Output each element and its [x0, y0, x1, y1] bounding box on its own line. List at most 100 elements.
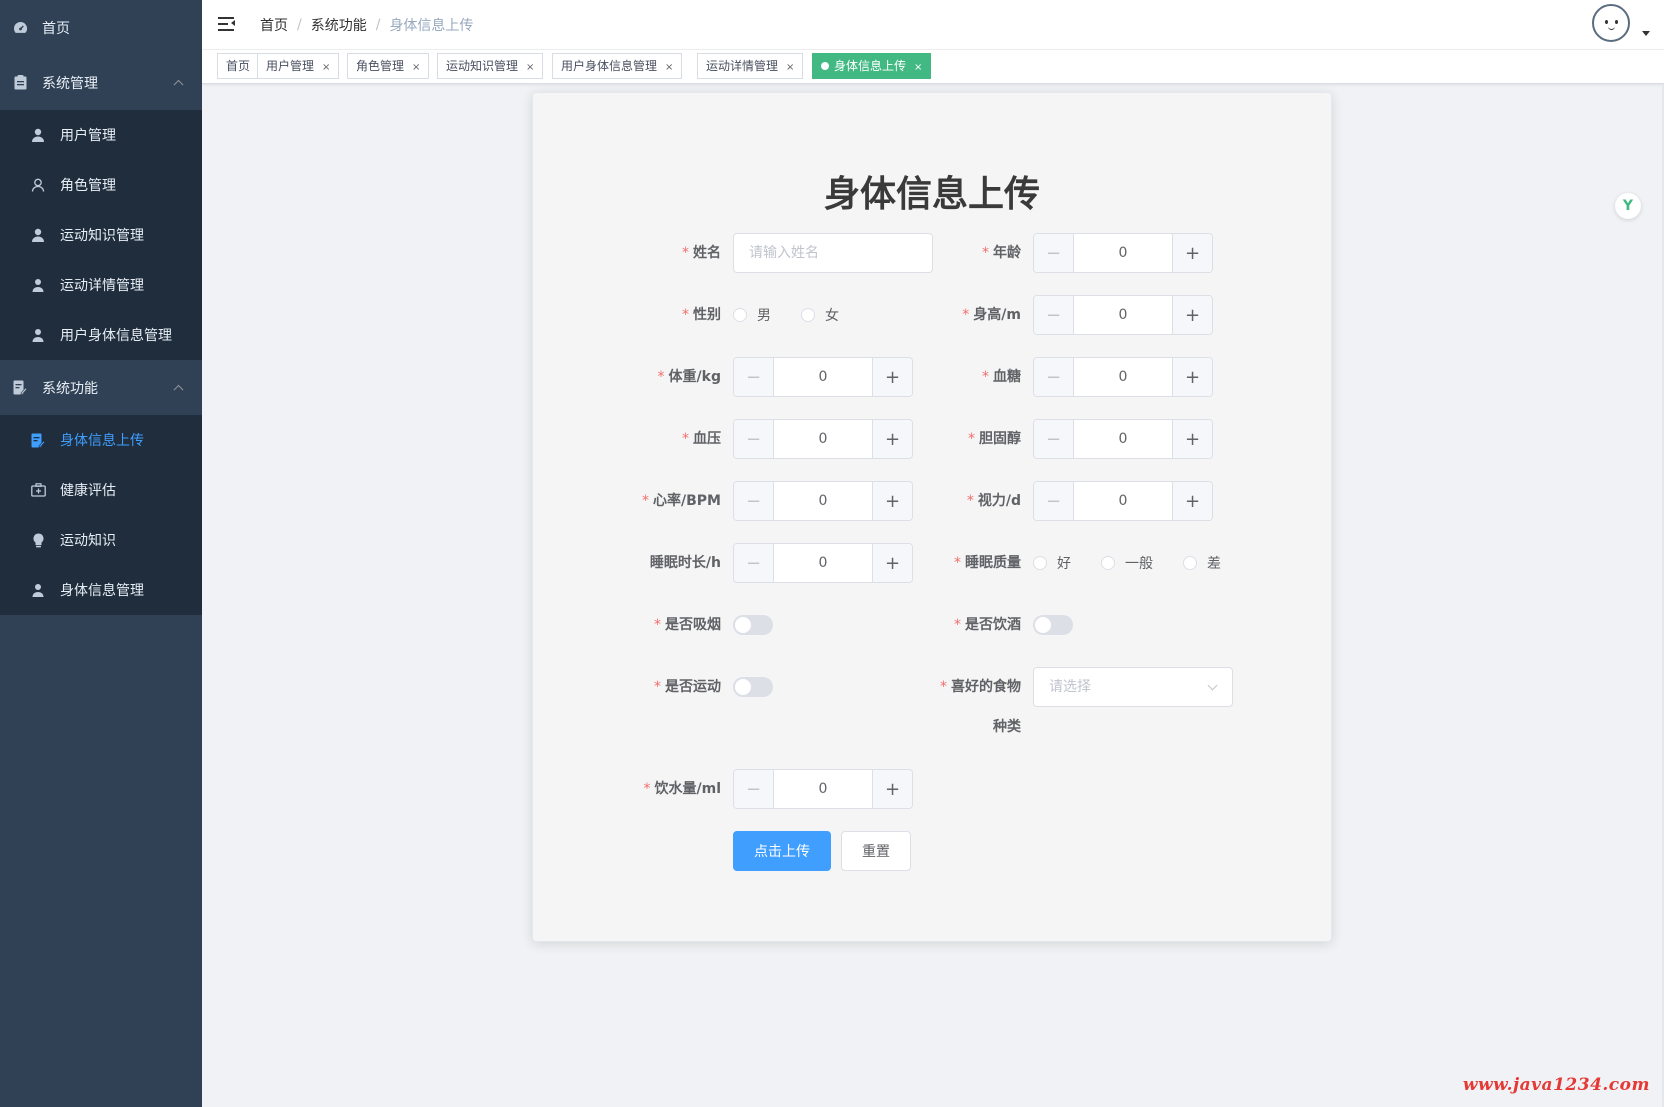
- sidebar-item-exercise-detail-management[interactable]: 运动详情管理: [0, 260, 202, 310]
- radio-circle[interactable]: [1033, 556, 1047, 570]
- tag-user-management[interactable]: 用户管理 ×: [257, 53, 340, 79]
- medical-box-icon: [30, 482, 46, 498]
- tag-exercise-knowledge-management[interactable]: 运动知识管理 ×: [437, 53, 544, 79]
- sidebar: 首页 系统管理 用户管理 角色管理 运动知识管理 运动详情管理 用户身体信息管理: [0, 0, 202, 1107]
- tag-label: 用户管理: [266, 59, 315, 73]
- lightbulb-icon: [30, 532, 46, 548]
- decrement-button[interactable]: −: [734, 358, 774, 396]
- sidebar-item-body-info-upload[interactable]: 身体信息上传: [0, 415, 202, 465]
- sidebar-item-home[interactable]: 首页: [0, 0, 202, 55]
- drinking-switch[interactable]: [1033, 615, 1073, 635]
- gender-radio-female[interactable]: 女: [801, 305, 839, 325]
- vision-value[interactable]: 0: [1074, 482, 1172, 520]
- decrement-button[interactable]: −: [734, 482, 774, 520]
- cholesterol-value[interactable]: 0: [1074, 420, 1172, 458]
- tag-home[interactable]: 首页: [217, 53, 260, 79]
- age-field: * 年龄 − 0 +: [982, 233, 1213, 273]
- submenu-system-functions[interactable]: 系统功能: [0, 360, 202, 415]
- close-icon[interactable]: ×: [914, 62, 922, 73]
- radio-circle[interactable]: [1101, 556, 1115, 570]
- gender-radio-male[interactable]: 男: [733, 305, 771, 325]
- increment-button[interactable]: +: [1172, 234, 1212, 272]
- submenu-system-management-list: 用户管理 角色管理 运动知识管理 运动详情管理 用户身体信息管理: [0, 110, 202, 360]
- increment-button[interactable]: +: [872, 770, 912, 808]
- gender-radio-group: 男 女: [733, 295, 869, 335]
- sleep-quality-radio-group: 好 一般 差: [1033, 543, 1251, 583]
- smoking-switch[interactable]: [733, 615, 773, 635]
- decrement-button[interactable]: −: [1034, 420, 1074, 458]
- decrement-button[interactable]: −: [734, 420, 774, 458]
- sidebar-item-exercise-knowledge-management[interactable]: 运动知识管理: [0, 210, 202, 260]
- sidebar-item-role-management[interactable]: 角色管理: [0, 160, 202, 210]
- sidebar-item-user-management[interactable]: 用户管理: [0, 110, 202, 160]
- tag-user-body-info-management[interactable]: 用户身体信息管理 ×: [552, 53, 683, 79]
- close-icon[interactable]: ×: [322, 62, 330, 73]
- blood-pressure-value[interactable]: 0: [774, 420, 872, 458]
- field-label: * 身高/m: [962, 307, 1021, 323]
- sleep-quality-field: * 睡眠质量 好 一般 差: [954, 543, 1251, 583]
- avatar[interactable]: [1592, 4, 1630, 42]
- field-label: * 性别: [682, 307, 721, 323]
- age-value[interactable]: 0: [1074, 234, 1172, 272]
- field-label: * 饮水量/ml: [643, 781, 722, 797]
- breadcrumb-system-functions: 系统功能: [310, 18, 367, 34]
- close-icon[interactable]: ×: [665, 62, 673, 73]
- floating-helper-icon[interactable]: Y: [1615, 193, 1641, 219]
- sidebar-item-user-body-info-management[interactable]: 用户身体信息管理: [0, 310, 202, 360]
- sidebar-item-exercise-knowledge[interactable]: 运动知识: [0, 515, 202, 565]
- tag-body-info-upload[interactable]: 身体信息上传 ×: [812, 53, 932, 79]
- decrement-button[interactable]: −: [1034, 358, 1074, 396]
- radio-circle[interactable]: [801, 308, 815, 322]
- sleep-hours-value[interactable]: 0: [774, 544, 872, 582]
- submenu-system-management[interactable]: 系统管理: [0, 55, 202, 110]
- breadcrumb-home[interactable]: 首页: [260, 15, 288, 35]
- cholesterol-stepper: − 0 +: [1033, 419, 1213, 459]
- increment-button[interactable]: +: [1172, 296, 1212, 334]
- decrement-button[interactable]: −: [1034, 296, 1074, 334]
- exercise-field: * 是否运动: [654, 667, 773, 707]
- exercise-switch[interactable]: [733, 677, 773, 697]
- clipboard-icon: [12, 75, 28, 91]
- favorite-food-select[interactable]: 请选择: [1033, 667, 1233, 707]
- drinking-field: * 是否饮酒: [954, 605, 1073, 645]
- blood-sugar-value[interactable]: 0: [1074, 358, 1172, 396]
- increment-button[interactable]: +: [1172, 482, 1212, 520]
- water-intake-value[interactable]: 0: [774, 770, 872, 808]
- tag-label: 运动详情管理: [706, 59, 779, 73]
- user-outline-icon: [30, 177, 46, 193]
- tag-role-management[interactable]: 角色管理 ×: [347, 53, 430, 79]
- tag-exercise-detail-management[interactable]: 运动详情管理 ×: [697, 53, 804, 79]
- radio-circle[interactable]: [733, 308, 747, 322]
- heart-rate-value[interactable]: 0: [774, 482, 872, 520]
- decrement-button[interactable]: −: [1034, 234, 1074, 272]
- user-icon: [30, 127, 46, 143]
- caret-down-icon[interactable]: [1642, 31, 1650, 36]
- document-edit-icon: [30, 432, 46, 448]
- sidebar-item-body-info-management[interactable]: 身体信息管理: [0, 565, 202, 615]
- close-icon[interactable]: ×: [786, 62, 794, 73]
- radio-circle[interactable]: [1183, 556, 1197, 570]
- decrement-button[interactable]: −: [734, 770, 774, 808]
- field-label: * 年龄: [982, 245, 1021, 261]
- breadcrumb-current: 身体信息上传: [389, 18, 474, 34]
- weight-value[interactable]: 0: [774, 358, 872, 396]
- height-value[interactable]: 0: [1074, 296, 1172, 334]
- field-label: * 是否饮酒: [954, 617, 1021, 633]
- increment-button[interactable]: +: [1172, 358, 1212, 396]
- sidebar-item-health-assessment[interactable]: 健康评估: [0, 465, 202, 515]
- sleep-quality-radio-poor[interactable]: 差: [1183, 553, 1221, 573]
- vision-stepper: − 0 +: [1033, 481, 1213, 521]
- close-icon[interactable]: ×: [412, 62, 420, 73]
- sidebar-item-label: 运动知识: [60, 533, 116, 549]
- sleep-quality-radio-good[interactable]: 好: [1033, 553, 1071, 573]
- decrement-button[interactable]: −: [1034, 482, 1074, 520]
- decrement-button[interactable]: −: [734, 544, 774, 582]
- sleep-quality-radio-average[interactable]: 一般: [1101, 553, 1153, 573]
- submenu-title-label: 系统功能: [42, 380, 98, 397]
- close-icon[interactable]: ×: [526, 62, 534, 73]
- avatar-eye: [1615, 20, 1618, 24]
- submit-upload-button[interactable]: 点击上传: [733, 831, 831, 871]
- hamburger-menu-icon[interactable]: [218, 14, 238, 34]
- reset-button[interactable]: 重置: [841, 831, 911, 871]
- increment-button[interactable]: +: [1172, 420, 1212, 458]
